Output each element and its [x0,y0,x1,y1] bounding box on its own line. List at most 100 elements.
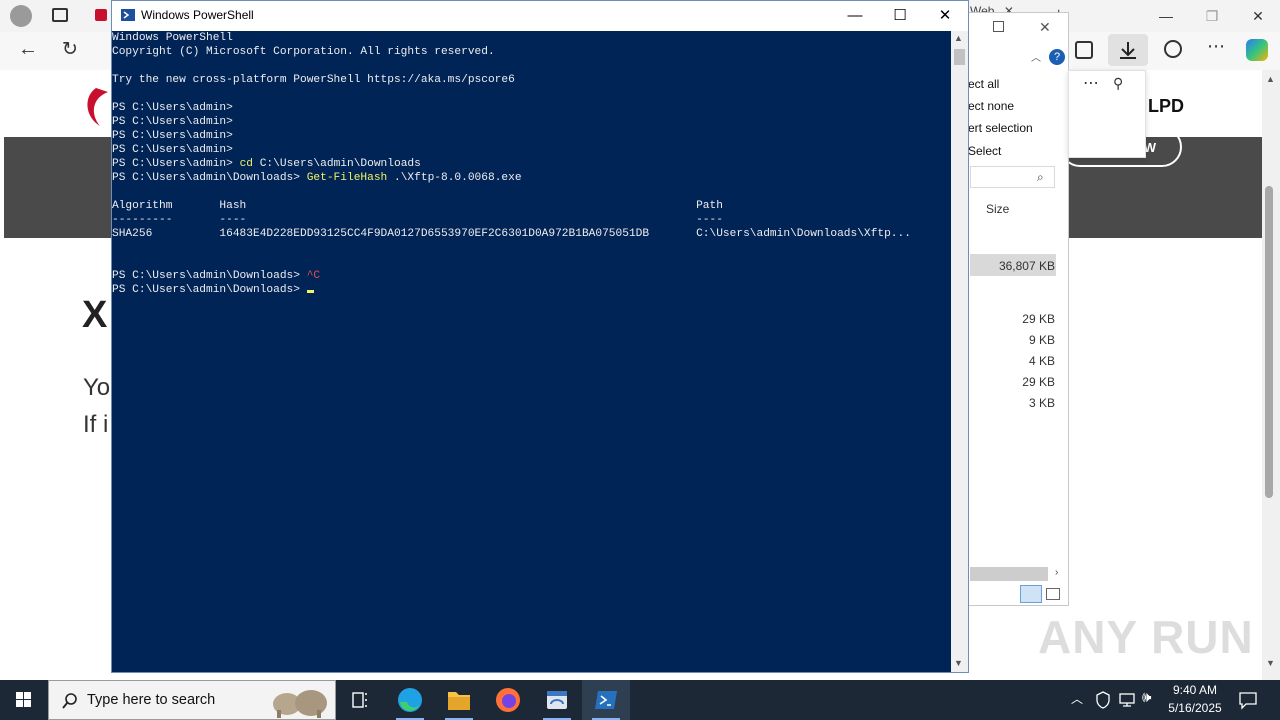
console-prompt: PS C:\Users\admin\Downloads> [112,284,307,296]
ctrl-c-marker: ^C [306,270,321,282]
taskbar-file-explorer[interactable] [435,680,483,720]
file-size: 36,807 KB [998,259,1055,273]
console-current-line[interactable]: PS C:\Users\admin\Downloads> [112,283,314,297]
folder-icon [448,692,470,710]
help-icon[interactable]: ? [1049,49,1065,65]
explorer-maximize-icon[interactable] [993,21,1004,32]
console-prompt: PS C:\Users\admin> [112,158,240,170]
pin-icon[interactable]: ⚲ [1113,75,1123,92]
hash-table-row: SHA256 16483E4D228EDD93125CC4F9DA0127D65… [112,228,911,240]
browser-minimize-icon[interactable]: — [1143,0,1189,32]
powershell-console[interactable] [112,31,951,672]
network-icon[interactable] [1118,692,1136,708]
refresh-icon[interactable]: ↻ [62,38,78,61]
console-line: PS C:\Users\admin> [112,144,233,156]
file-size: 9 KB [1028,333,1055,347]
console-prompt: PS C:\Users\admin\Downloads> [112,270,307,282]
watermark-logo: ANY RUN [1038,611,1254,663]
app-window-icon [547,691,567,709]
firefox-icon [496,688,520,712]
browser-essentials-icon[interactable] [1164,40,1182,58]
console-line: Try the new cross-platform PowerShell ht… [112,74,515,86]
taskbar-task-view[interactable] [336,680,384,720]
task-view-icon [352,692,367,708]
scroll-down-icon[interactable]: ▼ [1266,658,1275,668]
explorer-search-input[interactable]: ⌕ [970,166,1055,188]
browser-close-icon[interactable]: ✕ [1235,0,1280,32]
ps-maximize-icon[interactable]: ☐ [877,1,923,30]
console-scroll-up-icon[interactable]: ▲ [954,33,963,43]
console-command: cd [239,158,253,170]
scroll-up-icon[interactable]: ▲ [1266,74,1275,84]
volume-icon[interactable]: 🕪 [1142,689,1151,706]
profile-avatar-icon[interactable] [10,5,32,27]
console-scrollbar[interactable]: ▲ ▼ [951,31,968,672]
menu-select-group-label: Select [968,144,1002,158]
show-hidden-icons-icon[interactable]: ︿ [1071,690,1083,707]
taskbar-firefox[interactable] [484,680,532,720]
more-options-icon[interactable]: ⋯ [1207,36,1225,57]
console-scroll-down-icon[interactable]: ▼ [954,658,963,668]
hash-table-rule: --------- ---- ---- [112,214,723,226]
menu-select-none[interactable]: ect none [968,99,1014,113]
windows-logo-icon [16,692,31,707]
window-title: Windows PowerShell [141,8,254,22]
powershell-icon [595,691,617,709]
ribbon-collapse-icon[interactable]: ︿ [1031,49,1041,64]
console-cd-line: PS C:\Users\admin> cd C:\Users\admin\Dow… [112,157,421,171]
search-icon: ⌕ [1037,170,1044,184]
back-icon[interactable]: ← [18,38,38,61]
powershell-app-icon [121,9,135,21]
collections-icon[interactable] [1075,41,1093,59]
clock-date[interactable]: 5/16/2025 [1160,701,1230,715]
ps-minimize-icon[interactable]: — [832,1,878,30]
text-cursor [306,290,314,293]
large-icons-view-icon[interactable] [1046,588,1060,600]
download-icon [1120,42,1136,59]
ps-close-icon[interactable]: ✕ [922,1,968,30]
security-shield-icon[interactable] [1095,691,1111,709]
page-logo-text: LPD [1148,96,1184,116]
tab-actions-icon[interactable] [52,8,68,22]
page-heading: X [82,294,108,336]
search-icon [62,693,77,709]
details-view-icon[interactable] [1020,585,1042,603]
console-command: Get-FileHash [306,172,388,184]
page-paragraph-line-1: Yo [83,374,111,401]
site-favicon-icon [95,9,107,21]
page-paragraph-line-2: If i [83,411,109,438]
edge-icon [398,688,422,712]
clock-time[interactable]: 9:40 AM [1160,683,1230,697]
search-placeholder: Type here to search [87,692,216,708]
console-line: PS C:\Users\admin> [112,130,233,142]
column-header-size[interactable]: Size [986,202,1009,216]
downloads-flyout: ⋯ ⚲ [1068,70,1146,158]
console-argument: .\Xftp-8.0.0068.exe [387,172,522,184]
notification-icon[interactable] [1238,690,1258,710]
downloads-button[interactable] [1108,34,1148,66]
menu-select-all[interactable]: ect all [968,77,999,91]
taskbar-powershell[interactable] [582,680,630,720]
console-prompt: PS C:\Users\admin\Downloads> [112,172,307,184]
hash-table-header: Algorithm Hash Path [112,200,723,212]
console-line: Windows PowerShell [112,32,233,44]
console-hash-line: PS C:\Users\admin\Downloads> Get-FileHas… [112,171,522,185]
taskbar-edge[interactable] [386,680,434,720]
search-highlight-illustration-icon [273,690,327,718]
browser-restore-icon[interactable]: ❐ [1189,0,1235,32]
console-line: Copyright (C) Microsoft Corporation. All… [112,46,495,58]
taskbar-app-window[interactable] [533,680,581,720]
file-size: 29 KB [1022,312,1055,326]
explorer-hscroll-thumb[interactable] [970,567,1048,581]
console-line: PS C:\Users\admin> [112,116,233,128]
browser-scroll-thumb[interactable] [1265,186,1273,498]
menu-invert-selection[interactable]: ert selection [968,121,1033,135]
downloads-more-icon[interactable]: ⋯ [1083,73,1099,93]
scroll-right-icon[interactable]: › [1055,567,1058,578]
explorer-close-icon[interactable]: ✕ [1039,19,1051,36]
copilot-icon[interactable] [1246,39,1268,61]
console-ctrlc-line: PS C:\Users\admin\Downloads> ^C [112,269,320,283]
start-button[interactable] [0,680,48,720]
console-scroll-thumb[interactable] [954,49,965,65]
file-size: 4 KB [1028,354,1055,368]
